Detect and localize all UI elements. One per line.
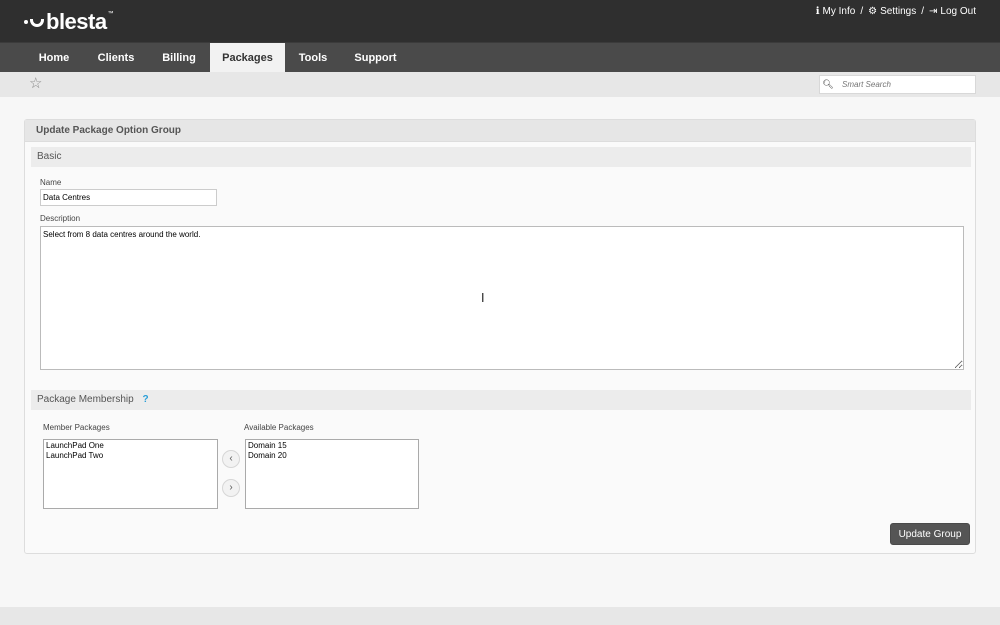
update-group-panel: Update Package Option Group Basic Name D… bbox=[24, 119, 976, 554]
nav-billing[interactable]: Billing bbox=[148, 43, 210, 73]
member-packages-list[interactable]: LaunchPad One LaunchPad Two bbox=[43, 439, 218, 509]
info-icon: ℹ bbox=[815, 6, 820, 17]
star-icon[interactable]: ☆ bbox=[29, 76, 42, 92]
list-item[interactable]: LaunchPad One bbox=[46, 441, 215, 451]
membership-heading-label: Package Membership bbox=[37, 394, 134, 405]
move-left-button[interactable]: ‹ bbox=[222, 450, 240, 468]
basic-heading-label: Basic bbox=[37, 151, 62, 162]
logo-text: blesta bbox=[46, 9, 107, 34]
membership-section-heading: Package Membership ? bbox=[31, 390, 971, 410]
nav-home[interactable]: Home bbox=[24, 43, 84, 73]
name-field[interactable] bbox=[40, 189, 217, 206]
member-packages-label: Member Packages bbox=[43, 423, 110, 432]
nav-packages[interactable]: Packages bbox=[210, 43, 285, 73]
list-item[interactable]: Domain 15 bbox=[248, 441, 416, 451]
my-info-label: My Info bbox=[822, 6, 856, 17]
sub-bar: ☆ 🔍︎ bbox=[0, 72, 1000, 97]
name-label: Name bbox=[40, 178, 62, 187]
update-group-button[interactable]: Update Group bbox=[890, 523, 970, 545]
basic-section-heading: Basic bbox=[31, 147, 971, 167]
nav-tools[interactable]: Tools bbox=[285, 43, 341, 73]
my-info-link[interactable]: ℹ My Info bbox=[816, 6, 856, 17]
link-separator: / bbox=[860, 6, 864, 17]
list-item[interactable]: LaunchPad Two bbox=[46, 451, 215, 461]
available-packages-list[interactable]: Domain 15 Domain 20 bbox=[245, 439, 419, 509]
settings-link[interactable]: ⚙ Settings bbox=[868, 6, 916, 17]
link-separator: / bbox=[921, 6, 925, 17]
nav-support[interactable]: Support bbox=[341, 43, 410, 73]
blesta-logo[interactable]: blesta ™ bbox=[24, 9, 114, 35]
log-out-link[interactable]: ⇥ Log Out bbox=[929, 6, 976, 17]
settings-label: Settings bbox=[880, 6, 917, 17]
move-right-button[interactable]: › bbox=[222, 479, 240, 497]
logo-trademark: ™ bbox=[107, 11, 114, 17]
help-icon[interactable]: ? bbox=[143, 394, 149, 405]
list-item[interactable]: Domain 20 bbox=[248, 451, 416, 461]
text-cursor-icon: I bbox=[481, 291, 485, 305]
logo-smile-icon bbox=[24, 17, 44, 27]
gear-icon: ⚙ bbox=[868, 6, 878, 17]
footer-bar bbox=[0, 607, 1000, 625]
logout-icon: ⇥ bbox=[929, 6, 938, 17]
top-bar: blesta ™ ℹ My Info / ⚙ Settings / ⇥ Log … bbox=[0, 0, 1000, 42]
log-out-label: Log Out bbox=[940, 6, 976, 17]
account-links: ℹ My Info / ⚙ Settings / ⇥ Log Out bbox=[816, 6, 976, 17]
available-packages-label: Available Packages bbox=[244, 423, 314, 432]
description-label: Description bbox=[40, 214, 81, 223]
main-nav: Home Clients Billing Packages Tools Supp… bbox=[0, 42, 1000, 73]
smart-search: 🔍︎ bbox=[819, 75, 976, 94]
search-icon[interactable]: 🔍︎ bbox=[820, 79, 836, 90]
panel-title: Update Package Option Group bbox=[25, 120, 975, 142]
nav-clients[interactable]: Clients bbox=[84, 43, 148, 73]
description-field[interactable]: Select from 8 data centres around the wo… bbox=[40, 226, 964, 370]
search-input[interactable] bbox=[842, 80, 972, 89]
